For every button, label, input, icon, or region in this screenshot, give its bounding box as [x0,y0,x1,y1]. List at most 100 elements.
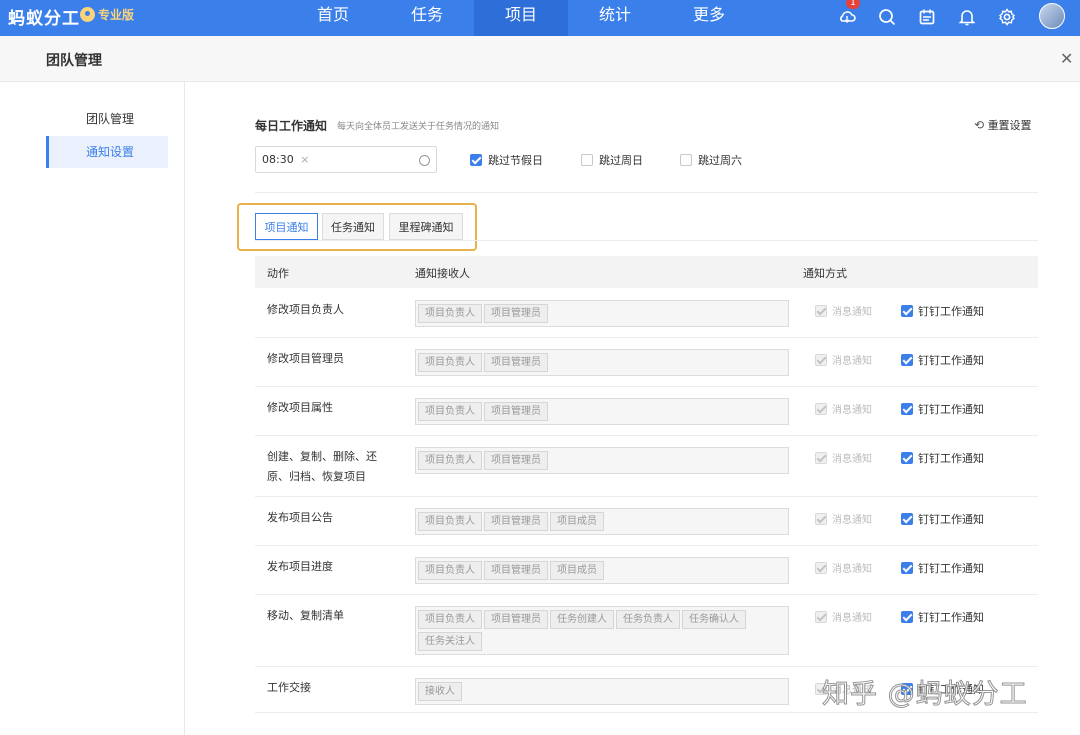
checkbox[interactable] [901,513,913,525]
checkbox[interactable] [901,403,913,415]
checkbox [815,512,827,525]
tab[interactable]: 里程碑通知 [389,213,463,240]
app-logo[interactable]: 蚂蚁分工 [8,4,80,29]
checkbox[interactable] [901,305,913,317]
checkbox[interactable] [901,354,913,366]
checkbox [815,561,827,574]
skip-option[interactable]: 跳过周六 [680,152,742,168]
notification-count-badge: 1 [846,0,860,9]
dingtalk-notify-option[interactable]: 钉钉工作通知 [901,352,984,368]
message-notify-label: 消息通知 [832,515,872,526]
dingtalk-notify-label: 钉钉工作通知 [918,354,984,367]
recipients-field[interactable]: 项目负责人 项目管理员 [415,349,789,376]
recipients-field[interactable]: 项目负责人 项目管理员 项目成员 [415,557,789,584]
clear-time-icon[interactable]: × [300,153,309,166]
dingtalk-notify-label: 钉钉工作通知 [918,611,984,624]
skip-option-label: 跳过周六 [698,154,742,167]
recipient-tag: 项目成员 [550,561,604,580]
checkbox[interactable] [901,452,913,464]
message-notify-option: 消息通知 [815,303,872,318]
recipient-tag: 项目管理员 [484,353,548,372]
nav-item[interactable]: 更多 [662,0,756,36]
message-notify-option: 消息通知 [815,560,872,575]
recipient-tag: 项目管理员 [484,561,548,580]
recipient-tag: 项目负责人 [418,402,482,421]
tab[interactable]: 项目通知 [255,213,318,240]
sidebar-item[interactable]: 通知设置 [46,136,168,168]
calendar-icon[interactable] [918,8,936,26]
recipient-tag: 项目负责人 [418,353,482,372]
message-notify-option: 消息通知 [815,352,872,367]
dingtalk-notify-option[interactable]: 钉钉工作通知 [901,303,984,319]
reset-settings-button[interactable]: ⟲ 重置设置 [974,117,1032,133]
bell-icon[interactable] [958,8,976,26]
table-row: 修改项目管理员 项目负责人 项目管理员 消息通知 钉钉工作通知 [255,338,1038,387]
skip-option-label: 跳过周日 [599,154,643,167]
message-notify-option: 消息通知 [815,609,872,624]
dingtalk-notify-label: 钉钉工作通知 [918,452,984,465]
tabs-baseline [255,240,1038,241]
time-picker[interactable]: 08:30 × [255,146,437,173]
sidebar-item[interactable]: 团队管理 [46,103,168,135]
table-row: 修改项目负责人 项目负责人 项目管理员 消息通知 钉钉工作通知 [255,289,1038,338]
row-action: 修改项目管理员 [267,352,344,365]
recipients-field[interactable]: 项目负责人 项目管理员 项目成员 [415,508,789,535]
dingtalk-notify-option[interactable]: 钉钉工作通知 [901,511,984,527]
watermark: 知乎 @蚂蚁分工 [822,679,1028,711]
checkbox[interactable] [470,154,482,166]
dingtalk-notify-option[interactable]: 钉钉工作通知 [901,401,984,417]
checkbox [815,451,827,464]
recipient-tag: 项目管理员 [484,512,548,531]
skip-option[interactable]: 跳过节假日 [470,152,543,168]
checkbox[interactable] [680,154,692,166]
column-header-recipients: 通知接收人 [415,267,470,280]
skip-option[interactable]: 跳过周日 [581,152,643,168]
dingtalk-notify-option[interactable]: 钉钉工作通知 [901,609,984,625]
recipients-field[interactable]: 项目负责人 项目管理员 任务创建人 任务负责人 任务确认人 任务关注人 [415,606,789,655]
recipients-field[interactable]: 接收人 [415,678,789,705]
row-action: 移动、复制清单 [267,609,344,622]
nav-item[interactable]: 任务 [380,0,474,36]
checkbox[interactable] [901,562,913,574]
skip-option-label: 跳过节假日 [488,154,543,167]
cloud-icon[interactable] [838,8,856,26]
search-icon[interactable] [878,8,896,26]
recipient-tag: 任务负责人 [616,610,680,629]
gear-icon[interactable] [998,8,1016,26]
row-action: 发布项目进度 [267,560,333,573]
recipients-field[interactable]: 项目负责人 项目管理员 [415,447,789,474]
dingtalk-notify-option[interactable]: 钉钉工作通知 [901,450,984,466]
recipient-tag: 项目管理员 [484,304,548,323]
checkbox[interactable] [581,154,593,166]
recipient-tag: 项目负责人 [418,304,482,323]
row-action: 创建、复制、删除、还原、归档、恢复项目 [267,450,377,483]
table-row: 修改项目属性 项目负责人 项目管理员 消息通知 钉钉工作通知 [255,387,1038,436]
tab[interactable]: 任务通知 [322,213,384,240]
table-header: 动作 通知接收人 通知方式 [255,256,1038,288]
avatar[interactable] [1039,3,1065,29]
row-action: 修改项目负责人 [267,303,344,316]
checkbox[interactable] [901,611,913,623]
sidebar [0,82,185,735]
nav-item[interactable]: 首页 [286,0,380,36]
nav-item[interactable]: 统计 [568,0,662,36]
time-chip: 08:30 × [262,153,309,166]
recipient-tag: 项目负责人 [418,512,482,531]
recipient-tag: 任务关注人 [418,632,482,651]
page-title: 团队管理 [46,53,102,69]
edition-badge-label: 专业版 [98,8,135,22]
dingtalk-notify-label: 钉钉工作通知 [918,403,984,416]
message-notify-option: 消息通知 [815,401,872,416]
recipient-tag: 项目管理员 [484,610,548,629]
reset-settings-label: 重置设置 [987,119,1032,132]
nav-item[interactable]: 项目 [474,0,568,36]
close-icon[interactable]: ✕ [1060,49,1073,68]
recipients-field[interactable]: 项目负责人 项目管理员 [415,300,789,327]
recipients-field[interactable]: 项目负责人 项目管理员 [415,398,789,425]
dingtalk-notify-option[interactable]: 钉钉工作通知 [901,560,984,576]
table-row: 移动、复制清单 项目负责人 项目管理员 任务创建人 任务负责人 任务确认人 任务关注人 消息通… [255,595,1038,667]
time-value: 08:30 [262,153,294,166]
message-notify-option: 消息通知 [815,511,872,526]
clock-icon [419,155,430,166]
recipient-tag: 项目成员 [550,512,604,531]
